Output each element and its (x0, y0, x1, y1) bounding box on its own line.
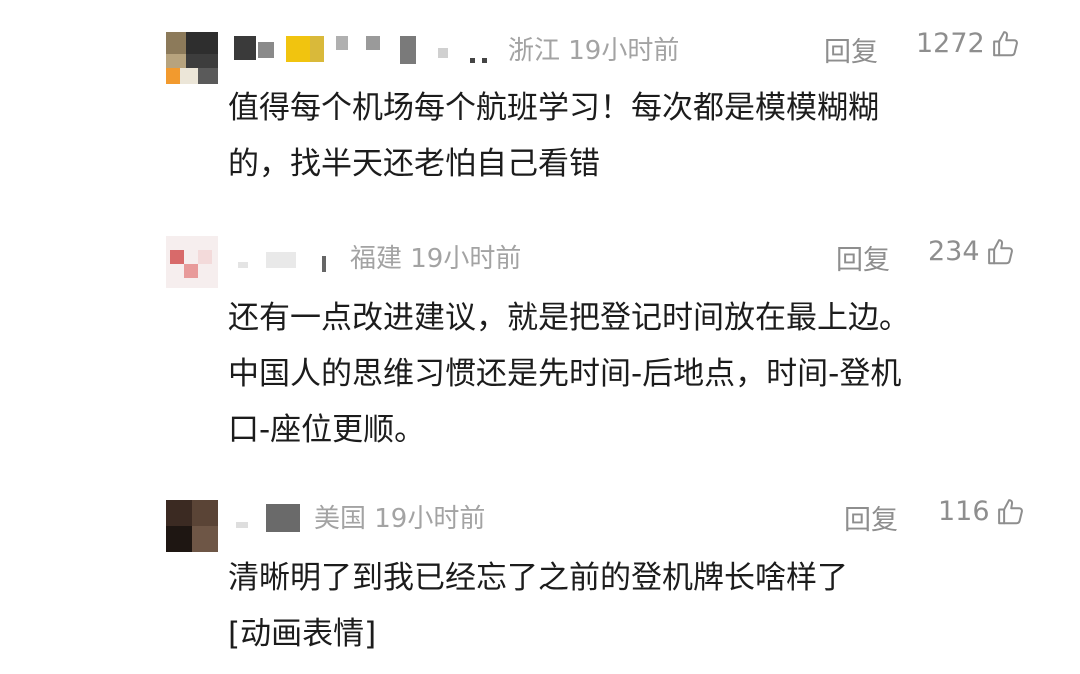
like-count: 1272 (916, 28, 985, 59)
reply-button[interactable]: 回复 (824, 30, 878, 69)
comment-meta: 福建 19小时前 (350, 244, 522, 274)
comment-text: 值得每个机场每个航班学习！每次都是模模糊糊 的，找半天还老怕自己看错 (228, 80, 1038, 192)
username-blurred[interactable] (230, 30, 500, 74)
like-count: 116 (938, 496, 990, 527)
comment-line: [动画表情] (228, 616, 377, 652)
comment-line: 还有一点改进建议，就是把登记时间放在最上边。 (228, 300, 910, 336)
comment-text: 清晰明了到我已经忘了之前的登机牌长啥样了 [动画表情] (228, 550, 1038, 662)
like-button[interactable]: 234 (928, 236, 1016, 267)
username-blurred[interactable] (230, 238, 340, 282)
comment-line: 口-座位更顺。 (228, 412, 426, 448)
comment-meta: 美国 19小时前 (314, 504, 486, 534)
comment-text: 还有一点改进建议，就是把登记时间放在最上边。 中国人的思维习惯还是先时间-后地点… (228, 290, 1038, 458)
thumbs-up-icon (997, 498, 1023, 524)
reply-button[interactable]: 回复 (836, 238, 890, 277)
like-count: 234 (928, 236, 980, 267)
like-button[interactable]: 116 (938, 496, 1026, 527)
avatar[interactable] (166, 500, 218, 552)
thumbs-up-icon (992, 30, 1018, 56)
avatar[interactable] (166, 32, 218, 84)
comment-meta: 浙江 19小时前 (508, 36, 680, 66)
comment-line: 中国人的思维习惯还是先时间-后地点，时间-登机 (228, 356, 902, 392)
comment-line: 清晰明了到我已经忘了之前的登机牌长啥样了 (228, 560, 848, 596)
reply-button[interactable]: 回复 (844, 498, 898, 537)
comment-line: 的，找半天还老怕自己看错 (228, 146, 600, 182)
avatar[interactable] (166, 236, 218, 288)
like-button[interactable]: 1272 (916, 28, 1021, 59)
username-blurred[interactable] (230, 498, 306, 542)
thumbs-up-icon (987, 238, 1013, 264)
comment-line: 值得每个机场每个航班学习！每次都是模模糊糊 (228, 90, 879, 126)
